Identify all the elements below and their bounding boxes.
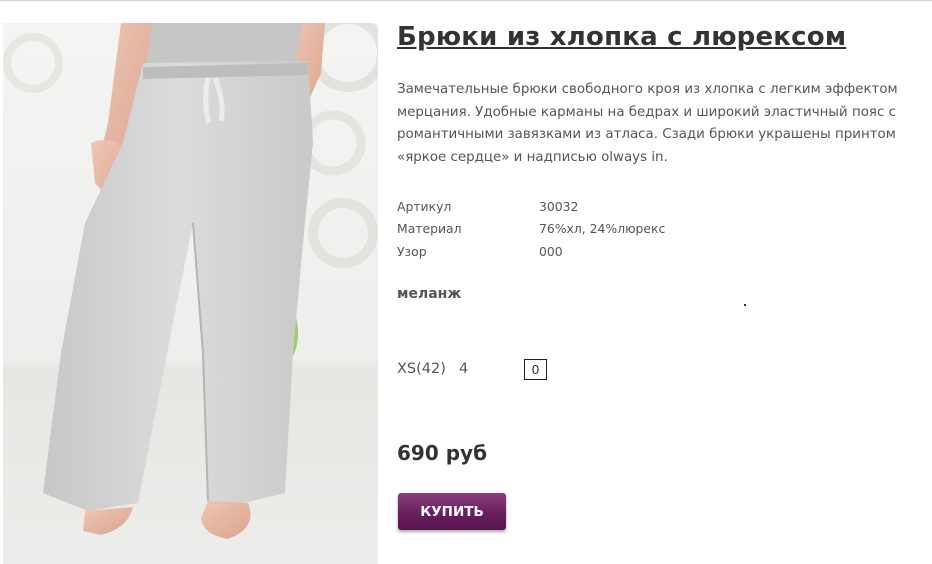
spec-value: 30032 [539, 198, 579, 214]
size-label: XS(42) [397, 361, 446, 377]
color-name: меланж [397, 286, 462, 302]
product-description: Замечательные брюки свободного кроя из х… [397, 82, 898, 165]
spec-value: 76%хл, 24%люрекс [539, 221, 666, 237]
spec-label: Артикул [397, 198, 452, 214]
quantity-input[interactable] [524, 358, 547, 380]
decorative-dot [744, 304, 746, 306]
spec-value: 000 [539, 243, 563, 259]
product-photo [3, 23, 378, 564]
buy-button[interactable]: КУПИТЬ [398, 493, 506, 530]
spec-label: Материал [397, 221, 462, 237]
product-specs: Артикул 30032 Материал 76%хл, 24%люрекс … [397, 195, 665, 263]
product-title: Брюки из хлопка с люрексом [397, 22, 847, 52]
spec-row-pattern: Узор 000 [397, 240, 665, 263]
spec-label: Узор [397, 243, 427, 259]
size-row: XS(42) 4 [397, 358, 547, 380]
product-price: 690 руб [397, 441, 488, 465]
spec-row-article: Артикул 30032 [397, 195, 665, 218]
size-stock-count: 4 [459, 361, 469, 377]
spec-row-material: Материал 76%хл, 24%люрекс [397, 218, 665, 241]
top-divider [0, 0, 932, 1]
